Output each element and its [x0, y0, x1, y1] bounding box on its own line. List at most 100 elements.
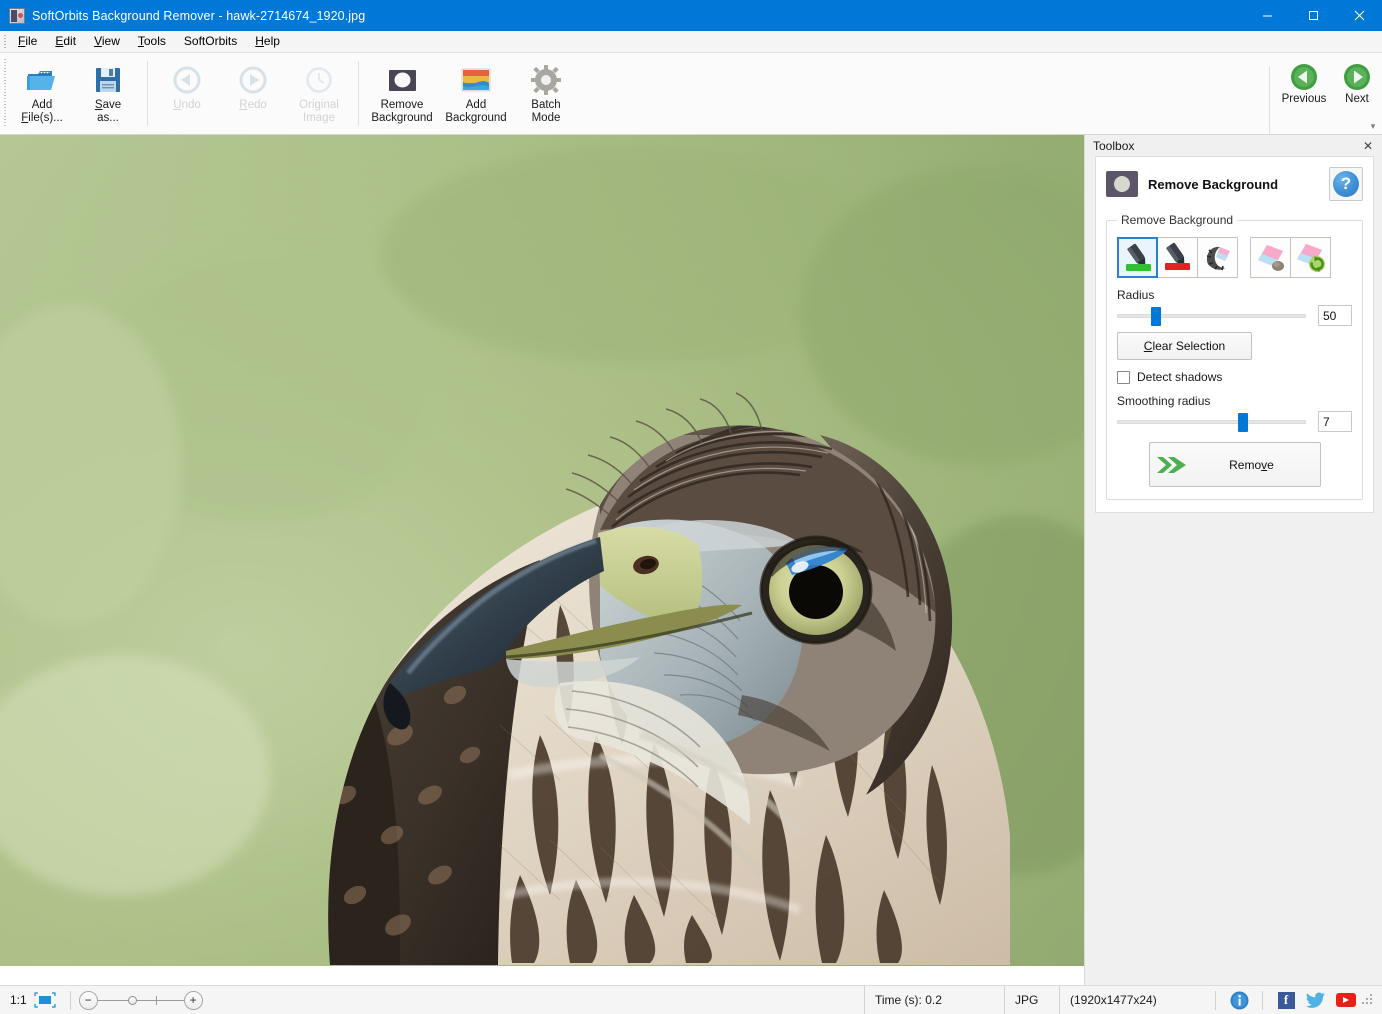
- status-separator-1: [69, 990, 71, 1010]
- restore-eraser-tool[interactable]: [1290, 237, 1331, 278]
- menu-item-help[interactable]: Help: [246, 31, 289, 52]
- title-bar: SoftOrbits Background Remover - hawk-271…: [0, 0, 1382, 31]
- undo-icon: [170, 63, 204, 97]
- marker-tool-set: [1117, 237, 1238, 278]
- ribbon-expand-icon[interactable]: ▾: [1367, 120, 1379, 132]
- remove-background-label: Remove Background: [371, 99, 433, 124]
- redo-icon: [236, 63, 270, 97]
- resize-grip[interactable]: [1361, 993, 1375, 1007]
- redo-label: Redo: [239, 99, 267, 111]
- mark-background-tool[interactable]: [1157, 237, 1198, 278]
- application-window: SoftOrbits Background Remover - hawk-271…: [0, 0, 1382, 1014]
- remove-background-icon: [1106, 171, 1138, 197]
- social-icons: f: [1207, 986, 1382, 1014]
- toolbar-separator-3: [1269, 67, 1270, 135]
- minimize-button[interactable]: [1244, 0, 1290, 31]
- eraser-object-tool[interactable]: [1250, 237, 1291, 278]
- smoothing-slider[interactable]: [1117, 412, 1306, 432]
- toolbox-title: Toolbox: [1093, 138, 1135, 153]
- batch-mode-icon: [529, 63, 563, 97]
- mark-foreground-tool[interactable]: [1117, 237, 1158, 278]
- redo-button[interactable]: Redo: [220, 59, 286, 116]
- previous-button[interactable]: Previous: [1276, 59, 1332, 110]
- zoom-control: − +: [78, 990, 203, 1010]
- canvas-right-edge: [1084, 135, 1085, 985]
- smoothing-slider-row: [1117, 411, 1352, 432]
- menu-item-softorbits[interactable]: SoftOrbits: [175, 31, 246, 52]
- radius-label: Radius: [1117, 288, 1155, 302]
- hawk-photo: [0, 135, 1085, 966]
- radius-slider[interactable]: [1117, 306, 1306, 326]
- zoom-ratio-label: 1:1: [10, 993, 27, 1007]
- facebook-icon[interactable]: f: [1271, 986, 1301, 1014]
- add-files-button[interactable]: Add File(s)...: [9, 59, 75, 128]
- main-area: Toolbox ✕ Remove Background ? Remove Bac…: [0, 135, 1382, 985]
- zoom-slider-thumb[interactable]: [127, 995, 137, 1005]
- close-button[interactable]: [1336, 0, 1382, 31]
- zoom-in-button[interactable]: +: [183, 990, 203, 1010]
- status-separator-2: [1215, 990, 1216, 1010]
- status-separator-3: [1262, 990, 1263, 1010]
- zoom-slider-tick: [155, 995, 157, 1005]
- maximize-button[interactable]: [1290, 0, 1336, 31]
- toolbar-group-history: Undo Redo Original Image: [154, 53, 352, 134]
- add-files-label: Add File(s)...: [21, 99, 63, 124]
- panel-title: Remove Background: [1148, 176, 1279, 192]
- detect-shadows-label: Detect shadows: [1137, 370, 1223, 384]
- next-button[interactable]: Next: [1332, 59, 1382, 110]
- add-background-button[interactable]: Add Background: [439, 59, 513, 128]
- image-dimensions: (1920x1477x24): [1059, 985, 1207, 1014]
- magic-wand-tool[interactable]: [1197, 237, 1238, 278]
- menu-item-view[interactable]: View: [85, 31, 129, 52]
- image-canvas[interactable]: [0, 135, 1085, 985]
- smoothing-slider-track: [1117, 419, 1306, 424]
- fit-to-window-icon[interactable]: [34, 992, 56, 1008]
- toolbox-panel: Toolbox ✕ Remove Background ? Remove Bac…: [1085, 135, 1382, 985]
- menu-item-file[interactable]: FFileile: [9, 31, 46, 52]
- detect-shadows-checkbox[interactable]: [1117, 370, 1130, 384]
- processing-time: Time (s): 0.2: [864, 985, 1004, 1014]
- undo-button[interactable]: Undo: [154, 59, 220, 116]
- radius-slider-row: [1117, 305, 1352, 326]
- arrow-left-circle-icon: [1290, 63, 1318, 91]
- radius-value-input[interactable]: [1318, 305, 1352, 326]
- group-legend: Remove Background: [1121, 213, 1234, 227]
- radius-slider-thumb[interactable]: [1151, 306, 1162, 326]
- info-icon[interactable]: [1224, 986, 1254, 1014]
- menu-item-tools[interactable]: Tools: [129, 31, 175, 52]
- remove-button-label: Remove: [1229, 457, 1274, 472]
- close-icon[interactable]: ✕: [1360, 140, 1376, 152]
- youtube-icon[interactable]: [1331, 986, 1361, 1014]
- save-as-button[interactable]: Save as...: [75, 59, 141, 128]
- smoothing-slider-thumb[interactable]: [1237, 412, 1248, 432]
- zoom-out-button[interactable]: −: [78, 990, 98, 1010]
- radius-slider-track: [1117, 313, 1306, 318]
- detect-shadows-row[interactable]: Detect shadows: [1117, 370, 1352, 384]
- arrow-right-circle-icon: [1343, 63, 1371, 91]
- toolbar-group-navigation: Previous Next: [1263, 53, 1382, 135]
- menu-bar: FFileile Edit View Tools SoftOrbits Help: [0, 31, 1382, 53]
- batch-mode-button[interactable]: Batch Mode: [513, 59, 579, 128]
- previous-label: Previous: [1281, 93, 1327, 105]
- toolbar-separator-2: [358, 61, 359, 126]
- green-double-arrow-icon: [1150, 454, 1194, 476]
- toolbar-group-file: Add File(s)... Save as...: [9, 53, 141, 134]
- twitter-icon[interactable]: [1301, 986, 1331, 1014]
- toolbox-header: Toolbox ✕: [1085, 135, 1382, 156]
- next-label: Next: [1345, 93, 1369, 105]
- menu-grip: [0, 31, 9, 53]
- add-background-icon: [459, 63, 493, 97]
- remove-button[interactable]: Remove: [1148, 442, 1321, 487]
- zoom-slider-track[interactable]: [97, 995, 184, 1005]
- toolbar-separator-1: [147, 61, 148, 126]
- help-button[interactable]: ?: [1329, 167, 1363, 201]
- remove-background-button[interactable]: Remove Background: [365, 59, 439, 128]
- smoothing-value-input[interactable]: [1318, 411, 1352, 432]
- folder-add-icon: [25, 63, 59, 97]
- eye: [759, 535, 873, 645]
- status-bar: 1:1 − + Time (s): 0.2 JPG (1920x1477x24): [0, 985, 1382, 1014]
- original-image-button[interactable]: Original Image: [286, 59, 352, 128]
- clear-selection-button[interactable]: Clear Selection: [1117, 332, 1252, 360]
- menu-item-edit[interactable]: Edit: [46, 31, 85, 52]
- original-image-icon: [302, 63, 336, 97]
